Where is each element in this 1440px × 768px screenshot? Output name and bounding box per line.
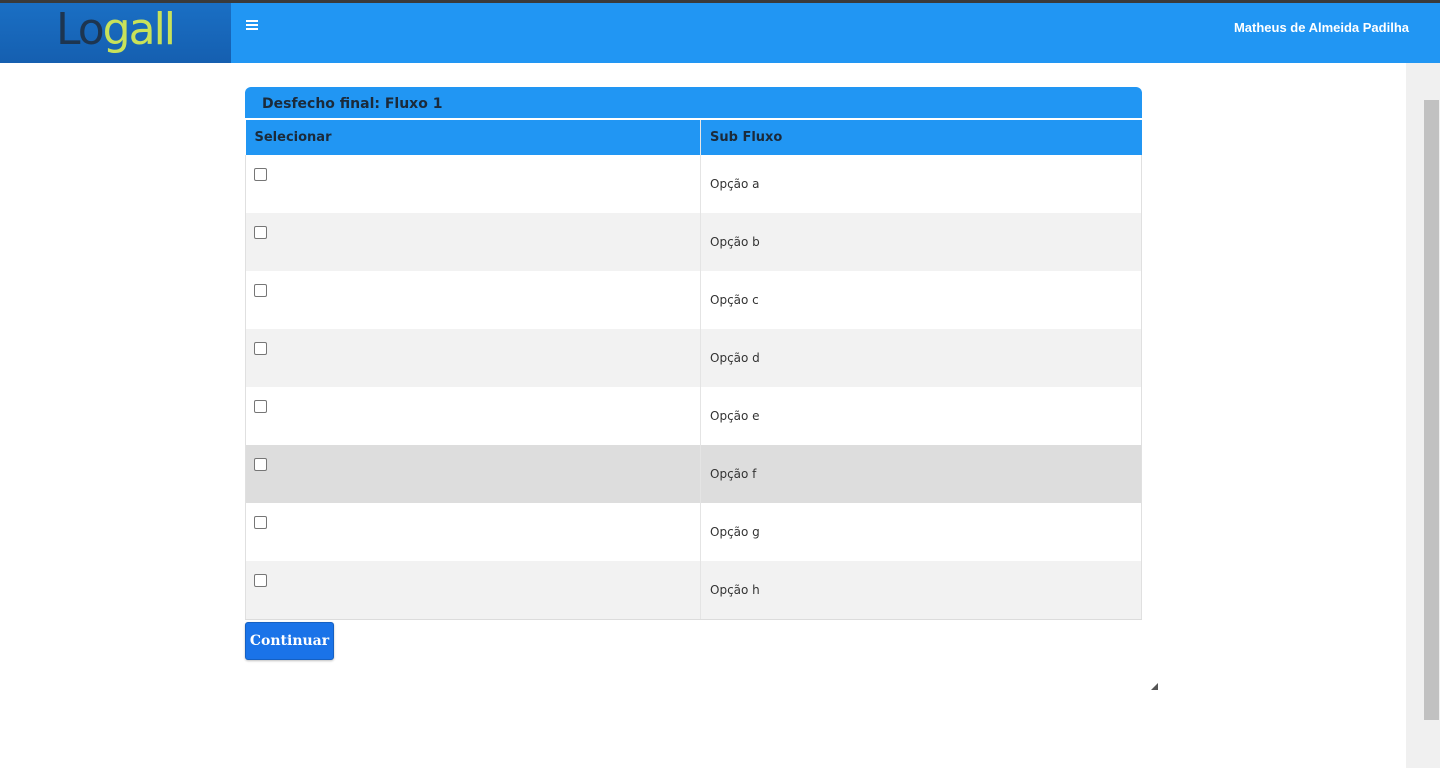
column-header-select: Selecionar: [245, 119, 701, 155]
table-row: Opção a: [245, 155, 1142, 213]
subflow-cell: Opção d: [700, 329, 1142, 387]
table-row: Opção g: [245, 503, 1142, 561]
subflow-cell: Opção e: [700, 387, 1142, 445]
table-row: Opção c: [245, 271, 1142, 329]
subflow-cell: Opção a: [700, 155, 1142, 213]
subflow-cell: Opção b: [700, 213, 1142, 271]
select-cell: [245, 387, 701, 445]
logo-text: Logall: [56, 4, 176, 55]
row-checkbox[interactable]: [254, 516, 267, 529]
select-cell: [245, 561, 701, 620]
table-row: Opção b: [245, 213, 1142, 271]
row-checkbox[interactable]: [254, 400, 267, 413]
row-checkbox[interactable]: [254, 226, 267, 239]
logo-part-1: Lo: [56, 4, 105, 55]
row-checkbox[interactable]: [254, 168, 267, 181]
outcome-panel: Desfecho final: Fluxo 1 Selecionar Sub F…: [245, 87, 1142, 620]
select-cell: [245, 213, 701, 271]
row-checkbox[interactable]: [254, 574, 267, 587]
row-checkbox[interactable]: [254, 342, 267, 355]
panel-heading: Desfecho final: Fluxo 1: [245, 87, 1142, 118]
table-row: Opção e: [245, 387, 1142, 445]
scrollbar-thumb[interactable]: [1424, 100, 1439, 720]
select-cell: [245, 329, 701, 387]
select-cell: [245, 155, 701, 213]
table-header-row: Selecionar Sub Fluxo: [245, 119, 1142, 155]
table-row-highlighted: Opção f: [245, 445, 1142, 503]
table-row: Opção d: [245, 329, 1142, 387]
column-header-subflow: Sub Fluxo: [700, 119, 1142, 155]
panel-title: Desfecho final: Fluxo 1: [262, 95, 443, 112]
row-checkbox[interactable]: [254, 284, 267, 297]
user-name[interactable]: Matheus de Almeida Padilha: [1234, 20, 1409, 35]
row-checkbox[interactable]: [254, 458, 267, 471]
subflow-cell: Opção f: [700, 445, 1142, 503]
top-navbar: Logall Matheus de Almeida Padilha: [0, 3, 1440, 63]
continue-button[interactable]: Continuar: [245, 622, 334, 660]
table-row: Opção h: [245, 561, 1142, 620]
subflow-cell: Opção h: [700, 561, 1142, 620]
select-cell: [245, 503, 701, 561]
logo[interactable]: Logall: [0, 3, 231, 63]
select-cell: [245, 445, 701, 503]
subflow-cell: Opção g: [700, 503, 1142, 561]
hamburger-menu-icon[interactable]: [246, 20, 258, 32]
select-cell: [245, 271, 701, 329]
subflow-table: Selecionar Sub Fluxo Opção a Opção b Opç…: [245, 118, 1142, 620]
subflow-cell: Opção c: [700, 271, 1142, 329]
logo-part-2: gall: [102, 4, 176, 55]
resize-handle-icon[interactable]: [1151, 683, 1158, 690]
